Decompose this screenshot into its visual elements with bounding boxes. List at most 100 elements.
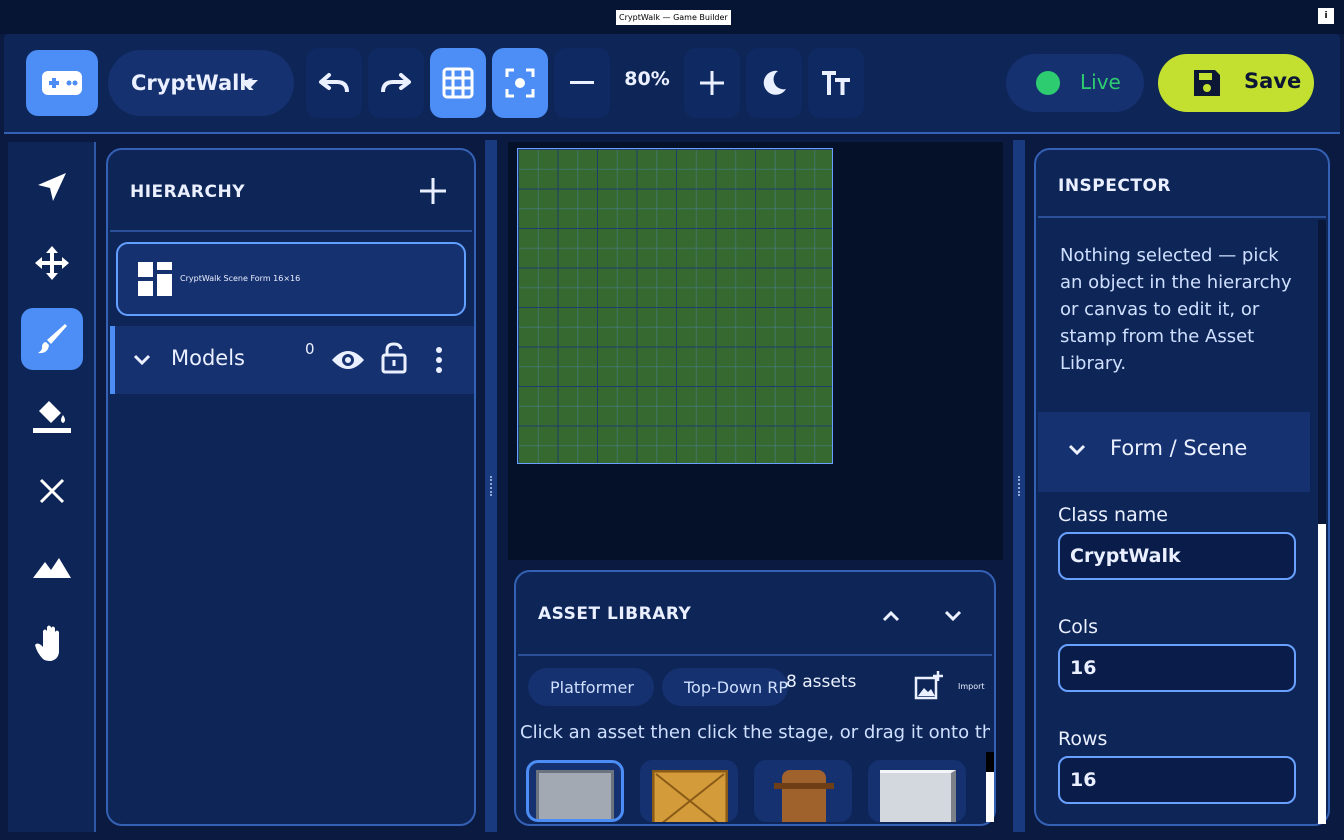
category-chip-topdown[interactable]: Top-Down RPG [662, 668, 788, 706]
chevron-down-icon [242, 80, 258, 88]
right-splitter[interactable] [1013, 140, 1025, 832]
stage-canvas[interactable] [508, 142, 1003, 560]
window-titlebar: CryptWalk — Game Builder i [0, 0, 1344, 34]
inspector-title: INSPECTOR [1058, 176, 1171, 196]
move-arrows-icon [35, 246, 69, 280]
live-dot-icon [1036, 71, 1060, 95]
project-name: CryptWalk [131, 71, 254, 95]
focus-button[interactable] [492, 48, 548, 118]
section-form-scene[interactable]: Form / Scene [1038, 412, 1310, 492]
asset-scrollbar-thumb[interactable] [986, 752, 994, 772]
cols-label: Cols [1058, 616, 1099, 638]
tile-grid[interactable] [517, 148, 833, 464]
asset-tile-white-block[interactable] [868, 760, 966, 822]
models-count: 0 [305, 340, 315, 358]
grid-toggle-button[interactable] [430, 48, 486, 118]
more-vertical-icon[interactable] [435, 346, 443, 374]
close-icon [39, 478, 65, 504]
save-label: Save [1244, 69, 1302, 93]
asset-tile-stone[interactable] [526, 760, 624, 822]
barrel-icon [774, 770, 834, 822]
hierarchy-models-row[interactable]: Models 0 [110, 326, 474, 394]
hierarchy-title: HIERARCHY [130, 182, 246, 202]
chevron-down-icon [1068, 444, 1086, 456]
window-title: CryptWalk — Game Builder [616, 10, 731, 25]
tool-select[interactable] [21, 156, 83, 218]
rows-input[interactable]: 16 [1058, 756, 1296, 804]
stone-block-icon [536, 770, 614, 819]
undo-button[interactable] [306, 48, 362, 118]
inspector-empty-message: Nothing selected — pick an object in the… [1060, 245, 1292, 374]
left-splitter[interactable] [485, 140, 497, 832]
asset-hint: Click an asset then click the stage, or … [520, 722, 990, 743]
text-size-button[interactable] [808, 48, 864, 118]
unlock-icon[interactable] [381, 342, 407, 374]
hierarchy-scene-item[interactable]: CryptWalk Scene Form 16×16 [116, 242, 466, 316]
zoom-out-icon [570, 81, 594, 84]
gamepad-button[interactable] [26, 50, 98, 116]
save-icon [1194, 70, 1220, 96]
cols-input[interactable]: 16 [1058, 644, 1296, 692]
text-size-icon [822, 71, 850, 95]
plus-icon [420, 178, 446, 204]
add-object-button[interactable] [420, 178, 446, 208]
asset-header-divider [518, 654, 992, 656]
live-label: Live [1080, 70, 1121, 94]
white-block-icon [880, 770, 956, 822]
redo-button[interactable] [368, 48, 424, 118]
wooden-crate-icon [652, 770, 728, 822]
class-name-input[interactable]: CryptWalk [1058, 532, 1296, 580]
tool-rail-divider [94, 142, 96, 832]
tool-move[interactable] [21, 232, 83, 294]
navigation-arrow-icon [38, 173, 66, 201]
zoom-out-button[interactable] [554, 48, 610, 118]
inspector-header-divider [1038, 216, 1326, 218]
paint-bucket-icon [33, 401, 71, 433]
rows-label: Rows [1058, 728, 1108, 750]
drag-handle-icon [1018, 476, 1020, 496]
window-menu-button[interactable]: i [1318, 8, 1334, 24]
gamepad-icon [42, 71, 82, 95]
eye-icon[interactable] [331, 348, 365, 372]
hand-icon [35, 625, 59, 661]
top-toolbar: CryptWalk 80% Live Save [4, 34, 1340, 134]
asset-tile-barrel[interactable] [754, 760, 852, 822]
focus-icon [505, 68, 535, 98]
tool-terrain[interactable] [21, 536, 83, 598]
zoom-level: 80% [624, 68, 670, 90]
tool-fill[interactable] [21, 384, 83, 446]
project-selector[interactable]: CryptWalk [108, 50, 294, 116]
asset-library-panel: ASSET LIBRARY Platformer Top-Down RPG 8 … [514, 570, 996, 826]
zoom-in-button[interactable] [684, 48, 740, 118]
paintbrush-icon [38, 324, 67, 354]
tool-pan[interactable] [21, 612, 83, 674]
category-chip-platformer[interactable]: Platformer [528, 668, 654, 706]
chevron-down-icon[interactable] [133, 354, 151, 366]
asset-count: 8 assets [786, 672, 857, 692]
scene-item-label: CryptWalk Scene Form 16×16 [180, 274, 301, 283]
import-label[interactable]: Import [958, 682, 985, 691]
live-status-pill[interactable]: Live [1006, 54, 1144, 112]
section-label: Form / Scene [1110, 436, 1248, 460]
asset-tile-crate[interactable] [640, 760, 738, 822]
class-name-label: Class name [1058, 504, 1168, 526]
inspector-scrollbar-thumb[interactable] [1318, 524, 1326, 824]
models-label: Models [171, 346, 245, 370]
mountain-icon [33, 558, 71, 578]
moon-icon [763, 70, 786, 95]
add-image-icon[interactable] [914, 670, 944, 700]
chevron-up-icon[interactable] [882, 610, 900, 622]
tool-erase[interactable] [21, 460, 83, 522]
tool-paint[interactable] [21, 308, 83, 370]
inspector-panel: INSPECTOR Nothing selected — pick an obj… [1034, 148, 1330, 826]
redo-icon [381, 73, 411, 93]
zoom-in-icon [700, 71, 724, 95]
chevron-down-icon[interactable] [944, 610, 962, 622]
theme-toggle-button[interactable] [746, 48, 802, 118]
drag-handle-icon [490, 476, 492, 496]
save-button[interactable]: Save [1158, 54, 1314, 112]
grid-icon [442, 67, 474, 99]
undo-icon [319, 73, 349, 93]
hierarchy-panel: HIERARCHY CryptWalk Scene Form 16×16 Mod… [106, 148, 476, 826]
asset-scrollbar[interactable] [986, 752, 994, 822]
